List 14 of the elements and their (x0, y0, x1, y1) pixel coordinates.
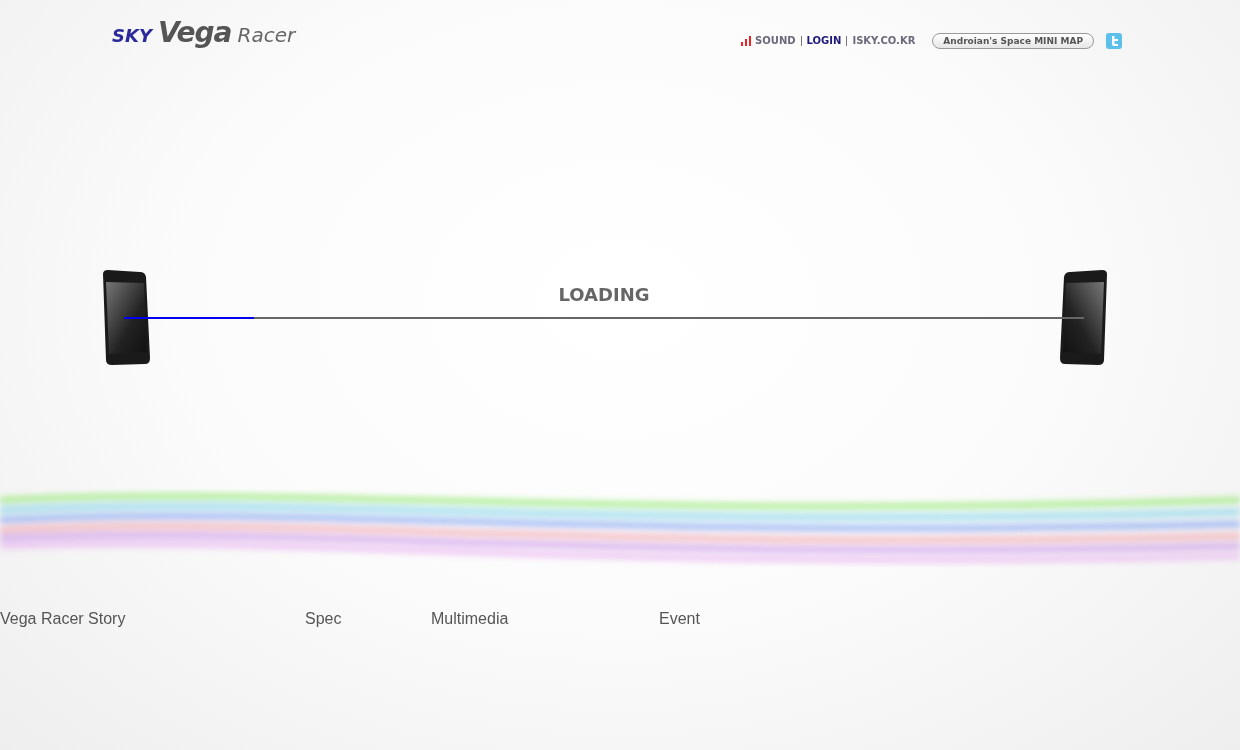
minimap-button[interactable]: Androian's Space MINI MAP (932, 33, 1094, 49)
nav-link[interactable]: Multimedia (431, 610, 509, 628)
loading-label: LOADING (558, 284, 650, 305)
header-link[interactable]: SOUND (736, 36, 801, 46)
sound-bars-icon (741, 36, 752, 46)
header-link[interactable]: ISKY.CO.KR (846, 36, 921, 46)
logo-model: Racer (237, 23, 296, 47)
bird-icon[interactable] (1106, 33, 1122, 49)
nav-link[interactable]: Event (659, 610, 700, 628)
header-link[interactable]: LOGIN (800, 36, 847, 46)
logo-product: Vega (157, 16, 232, 49)
logo-brand: SKY (112, 25, 152, 46)
nav-link[interactable]: Vega Racer Story (0, 610, 126, 628)
nav-link[interactable]: Spec (305, 610, 342, 628)
